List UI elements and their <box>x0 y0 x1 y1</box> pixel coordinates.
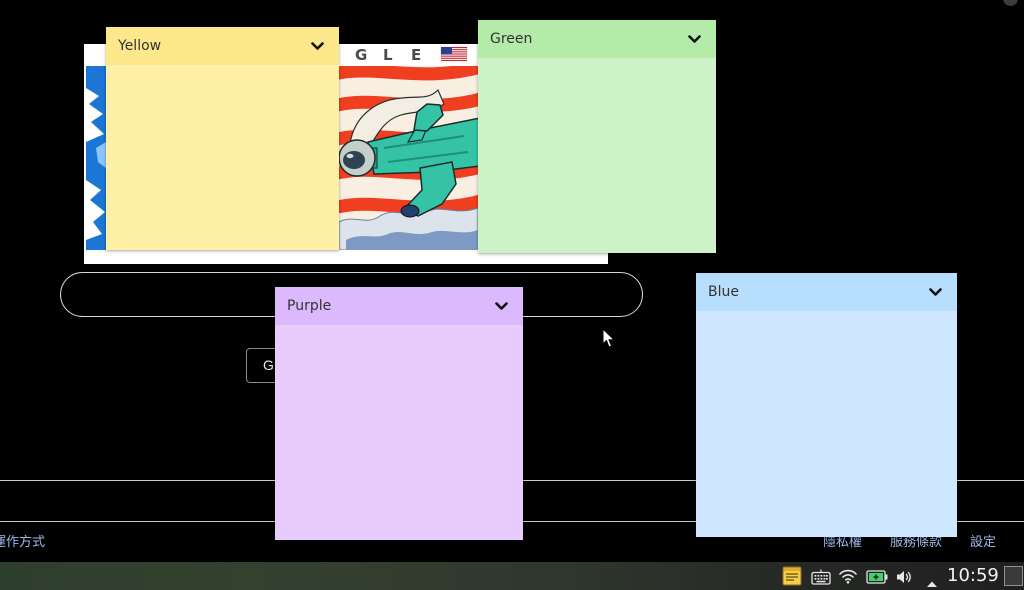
note-header[interactable]: Green <box>478 20 716 58</box>
tray-expand-icon[interactable] <box>926 573 938 587</box>
sticky-note-green[interactable]: Green <box>478 20 716 253</box>
doodle-letter: G <box>355 46 367 64</box>
chevron-down-icon[interactable] <box>495 301 508 311</box>
doodle-letter: L <box>383 46 393 64</box>
sticky-note-purple[interactable]: Purple <box>275 287 523 540</box>
note-title: Purple <box>287 298 332 314</box>
note-body[interactable] <box>106 65 339 250</box>
desktop-screen: G L E G 運作方式 隱私權 服務條款 設定 <box>0 0 1024 590</box>
battery-icon[interactable] <box>866 569 888 585</box>
footer-link-how-search-works[interactable]: 運作方式 <box>0 535 45 551</box>
chevron-down-icon[interactable] <box>311 41 324 51</box>
note-header[interactable]: Yellow <box>106 27 339 65</box>
doodle-letter: E <box>411 46 421 64</box>
note-title: Green <box>490 31 533 47</box>
taskbar: 10:59 <box>0 562 1024 590</box>
sticky-note-yellow[interactable]: Yellow <box>106 27 339 250</box>
sticky-note-blue[interactable]: Blue <box>696 273 957 537</box>
sticky-notes-icon[interactable] <box>782 566 802 586</box>
us-flag-icon <box>440 46 468 62</box>
taskbar-clock[interactable]: 10:59 <box>947 562 999 590</box>
footer-link-privacy[interactable]: 隱私權 <box>823 535 862 551</box>
keyboard-icon[interactable] <box>811 569 831 585</box>
show-desktop-icon[interactable] <box>1004 566 1023 586</box>
chevron-down-icon[interactable] <box>688 34 701 44</box>
mouse-cursor-icon <box>602 328 616 348</box>
note-body[interactable] <box>275 325 523 540</box>
note-title: Blue <box>708 284 739 300</box>
chevron-down-icon[interactable] <box>929 287 942 297</box>
doodle-lettering: G L E <box>355 46 421 64</box>
note-header[interactable]: Purple <box>275 287 523 325</box>
note-body[interactable] <box>696 311 957 537</box>
footer-link-settings[interactable]: 設定 <box>970 535 996 551</box>
footer-link-terms[interactable]: 服務條款 <box>890 535 942 551</box>
wifi-icon[interactable] <box>838 568 858 584</box>
footer-right-links: 隱私權 服務條款 設定 <box>823 535 996 551</box>
note-header[interactable]: Blue <box>696 273 957 311</box>
note-body[interactable] <box>478 58 716 253</box>
volume-icon[interactable] <box>895 569 913 585</box>
note-title: Yellow <box>118 38 162 54</box>
top-right-button[interactable] <box>1003 0 1018 6</box>
